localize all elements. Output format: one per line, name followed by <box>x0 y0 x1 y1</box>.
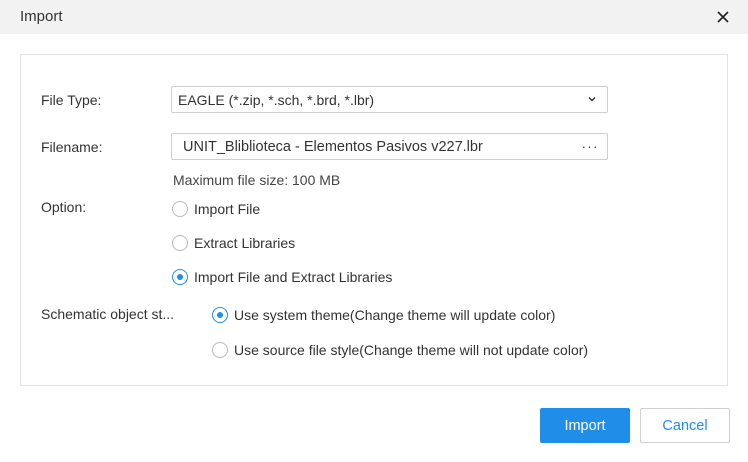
file-type-select[interactable]: EAGLE (*.zip, *.sch, *.brd, *.lbr) <box>171 86 608 113</box>
filename-label: Filename: <box>41 139 103 155</box>
style-system-theme-label: Use system theme(Change theme will updat… <box>234 307 556 323</box>
dialog-title: Import <box>20 8 63 25</box>
option-extract-libraries-label: Extract Libraries <box>194 235 296 251</box>
style-source-file-label: Use source file style(Change theme will … <box>234 342 589 358</box>
filename-field[interactable]: UNIT_Bliblioteca - Elementos Pasivos v22… <box>171 133 608 160</box>
option-import-and-extract[interactable]: Import File and Extract Libraries <box>172 269 392 285</box>
style-source-file[interactable]: Use source file style(Change theme will … <box>212 342 588 358</box>
import-button[interactable]: Import <box>540 408 630 443</box>
radio-import-and-extract[interactable] <box>172 269 188 285</box>
close-button[interactable] <box>712 6 734 28</box>
radio-import-file[interactable] <box>172 201 188 217</box>
file-size-hint: Maximum file size: 100 MB <box>173 172 341 188</box>
close-icon <box>717 11 729 23</box>
option-label: Option: <box>41 199 87 215</box>
option-import-file[interactable]: Import File <box>172 201 260 217</box>
schematic-style-label: Schematic object st... <box>41 306 175 322</box>
filename-value: UNIT_Bliblioteca - Elementos Pasivos v22… <box>183 139 483 155</box>
radio-extract-libraries[interactable] <box>172 235 188 251</box>
style-system-theme[interactable]: Use system theme(Change theme will updat… <box>212 307 555 323</box>
option-import-and-extract-label: Import File and Extract Libraries <box>194 269 393 285</box>
browse-button[interactable]: ··· <box>581 138 599 154</box>
file-type-value: EAGLE (*.zip, *.sch, *.brd, *.lbr) <box>178 92 375 108</box>
cancel-button[interactable]: Cancel <box>640 408 730 443</box>
file-type-label: File Type: <box>41 92 102 108</box>
option-extract-libraries[interactable]: Extract Libraries <box>172 235 295 251</box>
radio-system-theme[interactable] <box>212 307 228 323</box>
dialog-titlebar: Import <box>0 0 748 34</box>
import-dialog: Import File Type: EAGLE (*.zip, *.sch, *… <box>0 0 748 462</box>
option-import-file-label: Import File <box>194 201 261 217</box>
chevron-down-icon <box>588 96 596 102</box>
radio-source-file[interactable] <box>212 342 228 358</box>
